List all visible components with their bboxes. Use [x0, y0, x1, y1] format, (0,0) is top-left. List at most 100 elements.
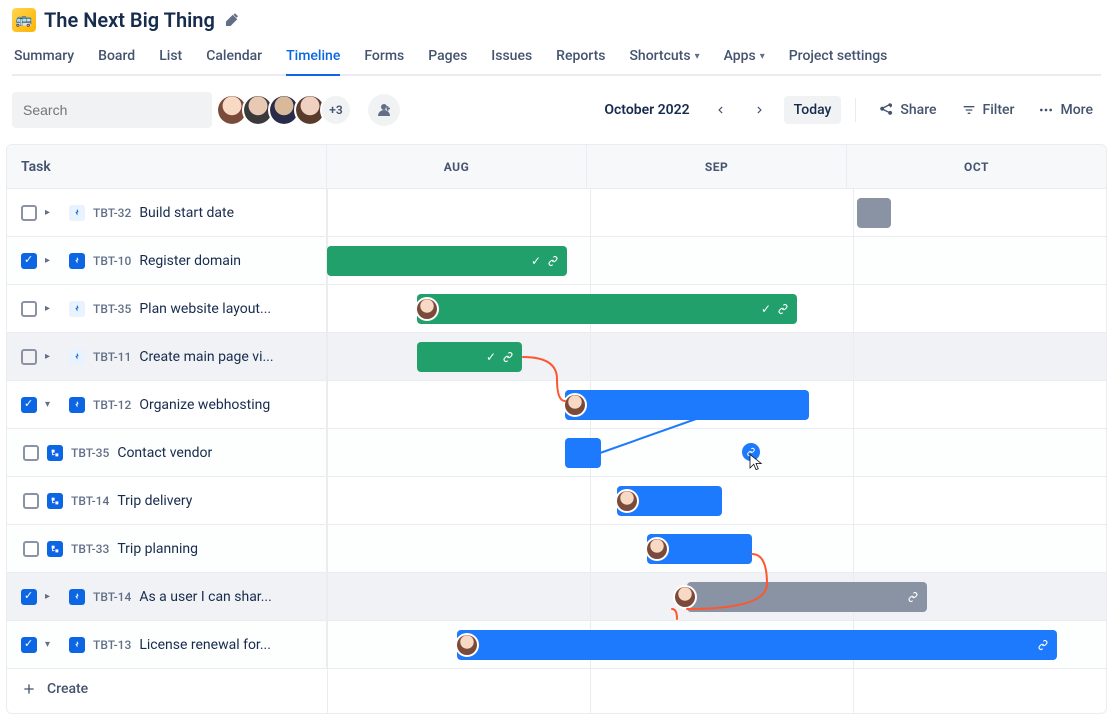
issue-summary[interactable]: Register domain — [139, 253, 241, 269]
checkbox[interactable] — [21, 301, 37, 317]
issue-summary[interactable]: Build start date — [139, 205, 234, 221]
gantt-cell[interactable] — [327, 429, 1106, 476]
gantt-cell[interactable] — [327, 189, 1106, 236]
more-button[interactable]: More — [1030, 96, 1101, 124]
gantt-bar[interactable]: ✓ — [417, 342, 522, 372]
prev-month-button[interactable] — [704, 94, 736, 126]
tab-project-settings[interactable]: Project settings — [789, 42, 888, 76]
chevron-right-icon[interactable]: ▸ — [45, 351, 61, 362]
issue-summary[interactable]: Plan website layout... — [139, 301, 271, 317]
link-icon[interactable] — [742, 443, 760, 461]
task-cell[interactable]: ▸ TBT-14 As a user I can shar... — [7, 573, 327, 620]
issue-summary[interactable]: Create main page vi... — [139, 349, 273, 365]
gantt-bar[interactable]: ✓ — [327, 246, 567, 276]
tab-pages[interactable]: Pages — [428, 42, 467, 76]
issue-summary[interactable]: License renewal for... — [139, 637, 271, 653]
avatar[interactable] — [563, 393, 587, 417]
add-user-button[interactable] — [368, 94, 400, 126]
tab-reports[interactable]: Reports — [556, 42, 605, 76]
gantt-cell[interactable] — [327, 525, 1106, 572]
task-cell[interactable]: TBT-14 Trip delivery — [7, 477, 327, 524]
gantt-bar[interactable] — [565, 438, 601, 468]
issue-summary[interactable]: Trip delivery — [117, 493, 192, 509]
task-cell[interactable]: ▸ TBT-32 Build start date — [7, 189, 327, 236]
tab-list[interactable]: List — [159, 42, 182, 76]
gantt-bar[interactable] — [857, 198, 891, 228]
gantt-cell[interactable] — [327, 573, 1106, 620]
issue-summary[interactable]: Organize webhosting — [139, 397, 270, 413]
avatar-overflow[interactable]: +3 — [320, 94, 352, 126]
chevron-down-icon[interactable]: ▾ — [45, 399, 61, 410]
search-box[interactable] — [12, 92, 212, 128]
gantt-cell[interactable] — [327, 477, 1106, 524]
gantt-cell[interactable]: ✓ — [327, 333, 1106, 380]
task-cell[interactable]: ▸ TBT-35 Plan website layout... — [7, 285, 327, 332]
issue-key[interactable]: TBT-33 — [71, 542, 109, 556]
task-cell[interactable]: ▸ TBT-11 Create main page vi... — [7, 333, 327, 380]
task-cell[interactable]: ▸ TBT-10 Register domain — [7, 237, 327, 284]
gantt-cell[interactable]: ✓ — [327, 285, 1106, 332]
task-cell[interactable]: ▾ TBT-12 Organize webhosting — [7, 381, 327, 428]
issue-key[interactable]: TBT-35 — [71, 446, 109, 460]
check-icon: ✓ — [486, 350, 496, 364]
avatar[interactable] — [673, 585, 697, 609]
task-cell[interactable]: TBT-35 Contact vendor — [7, 429, 327, 476]
avatar[interactable] — [615, 489, 639, 513]
checkbox[interactable] — [23, 493, 39, 509]
filter-button[interactable]: Filter — [953, 96, 1023, 124]
issue-key[interactable]: TBT-10 — [93, 254, 131, 268]
today-button[interactable]: Today — [784, 96, 842, 124]
issue-summary[interactable]: Trip planning — [117, 541, 198, 557]
gantt-bar[interactable] — [687, 582, 927, 612]
next-month-button[interactable] — [744, 94, 776, 126]
checkbox[interactable] — [21, 637, 37, 653]
search-input[interactable] — [23, 102, 204, 118]
tab-issues[interactable]: Issues — [491, 42, 532, 76]
issue-key[interactable]: TBT-35 — [93, 302, 131, 316]
gantt-cell[interactable] — [327, 381, 1106, 428]
issue-key[interactable]: TBT-11 — [93, 350, 131, 364]
checkbox[interactable] — [21, 589, 37, 605]
issue-key[interactable]: TBT-14 — [93, 590, 131, 604]
tab-forms[interactable]: Forms — [364, 42, 404, 76]
chevron-right-icon[interactable]: ▸ — [45, 255, 61, 266]
tab-shortcuts[interactable]: Shortcuts▾ — [629, 42, 699, 76]
checkbox[interactable] — [21, 253, 37, 269]
checkbox[interactable] — [23, 541, 39, 557]
avatar-stack[interactable]: +3 — [222, 94, 352, 126]
edit-appearance-icon[interactable] — [223, 11, 241, 29]
task-cell[interactable]: ▾ TBT-13 License renewal for... — [7, 621, 327, 668]
gantt-cell[interactable] — [327, 621, 1106, 668]
avatar[interactable] — [415, 297, 439, 321]
issue-summary[interactable]: Contact vendor — [117, 445, 212, 461]
checkbox[interactable] — [21, 349, 37, 365]
chevron-down-icon[interactable]: ▾ — [45, 639, 61, 650]
share-button[interactable]: Share — [870, 96, 944, 124]
tab-apps[interactable]: Apps▾ — [724, 42, 765, 76]
issue-key[interactable]: TBT-12 — [93, 398, 131, 412]
gantt-bar[interactable] — [457, 630, 1057, 660]
avatar[interactable] — [455, 633, 479, 657]
chevron-right-icon[interactable]: ▸ — [45, 591, 61, 602]
create-button[interactable]: Create — [7, 669, 1106, 709]
gantt-cell[interactable]: ✓ — [327, 237, 1106, 284]
avatar[interactable] — [645, 537, 669, 561]
gantt-bar[interactable] — [647, 534, 752, 564]
gantt-bar[interactable]: ✓ — [417, 294, 797, 324]
issue-key[interactable]: TBT-32 — [93, 206, 131, 220]
checkbox[interactable] — [21, 397, 37, 413]
gantt-bar[interactable] — [565, 390, 809, 420]
issue-summary[interactable]: As a user I can shar... — [139, 589, 271, 605]
checkbox[interactable] — [23, 445, 39, 461]
issue-key[interactable]: TBT-14 — [71, 494, 109, 508]
chevron-right-icon[interactable]: ▸ — [45, 303, 61, 314]
task-cell[interactable]: TBT-33 Trip planning — [7, 525, 327, 572]
checkbox[interactable] — [21, 205, 37, 221]
chevron-right-icon[interactable]: ▸ — [45, 207, 61, 218]
issue-key[interactable]: TBT-13 — [93, 638, 131, 652]
tab-board[interactable]: Board — [98, 42, 135, 76]
tab-timeline[interactable]: Timeline — [286, 42, 340, 76]
tab-calendar[interactable]: Calendar — [206, 42, 262, 76]
gantt-bar[interactable] — [617, 486, 722, 516]
tab-summary[interactable]: Summary — [14, 42, 74, 76]
